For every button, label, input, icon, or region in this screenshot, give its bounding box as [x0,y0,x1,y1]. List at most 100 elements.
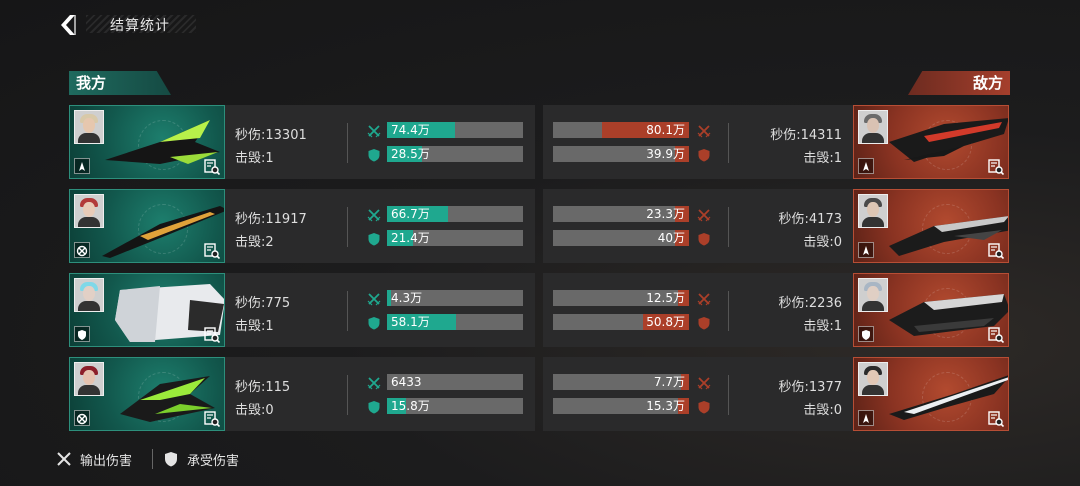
shield-icon [367,147,381,162]
damage-dealt-bar: 12.5万 [553,290,689,306]
ally-ship-card[interactable] [69,189,225,263]
crossed-swords-icon [367,291,381,306]
dps-label: 秒伤: [235,212,266,227]
pilot-avatar [74,110,104,144]
dps-stat: 秒伤:1377 [779,376,842,395]
damage-taken-bar: 28.5万 [387,146,523,162]
pilot-avatar [858,278,888,312]
row-divider [728,123,729,163]
avatar-body [862,385,884,395]
damage-dealt-value: 6433 [391,375,422,389]
crossed-swords-icon [367,123,381,138]
dps-label: 秒伤: [235,296,266,311]
enemy-ship-card[interactable] [853,105,1009,179]
pilot-avatar [858,362,888,396]
dps-value: 115 [265,380,291,395]
avatar-body [862,133,884,143]
fighter-class-icon [74,158,90,174]
enemy-ship-card[interactable] [853,273,1009,347]
kills-value: 0 [833,403,842,418]
detail-icon[interactable] [988,327,1005,344]
avatar-face [83,286,95,301]
crossed-swords-icon [697,123,711,138]
avatar-face [83,118,95,133]
detail-icon[interactable] [988,411,1005,428]
crossed-swords-icon [367,375,381,390]
detail-icon[interactable] [204,327,221,344]
dps-value: 11917 [265,212,307,227]
enemy-row: 秒伤:4173 击毁:0 23.3万 40万 [543,189,1009,263]
detail-icon[interactable] [988,243,1005,260]
damage-taken-bar: 39.9万 [553,146,689,162]
row-divider [728,207,729,247]
enemy-ship-card[interactable] [853,189,1009,263]
kills-stat: 击毁:1 [235,147,274,166]
row-divider [347,123,348,163]
enemy-ship-card[interactable] [853,357,1009,431]
shield-icon [165,452,177,467]
kills-label: 击毁: [235,403,266,418]
enemy-team-label: 敌方 [908,71,1010,95]
header-bar: 结算统计 [0,0,1080,52]
detail-icon[interactable] [988,159,1005,176]
shield-class-icon [858,326,874,342]
support-class-icon [74,410,90,426]
ally-row: 秒伤:11917 击毁:2 66.7万 21.4万 [69,189,535,263]
kills-value: 1 [833,151,842,166]
kills-value: 1 [833,319,842,334]
back-button[interactable] [56,12,82,38]
fighter-class-icon [858,242,874,258]
ally-row: 秒伤:775 击毁:1 4.3万 58.1万 [69,273,535,347]
detail-icon[interactable] [204,159,221,176]
damage-dealt-bar: 4.3万 [387,290,523,306]
crossed-swords-icon [697,207,711,222]
dps-label: 秒伤: [778,380,809,395]
avatar-face [867,118,879,133]
dps-label: 秒伤: [235,380,266,395]
damage-taken-bar: 58.1万 [387,314,523,330]
shield-icon [367,315,381,330]
avatar-body [862,301,884,311]
dps-value: 2236 [808,296,842,311]
legend-taken-label: 承受伤害 [187,454,240,469]
crossed-swords-icon [57,452,71,466]
shield-icon [697,315,711,330]
dps-stat: 秒伤:14311 [770,124,842,143]
dps-label: 秒伤: [778,296,809,311]
row-divider [347,375,348,415]
avatar-body [78,217,100,227]
enemy-row: 秒伤:14311 击毁:1 80.1万 39.9万 [543,105,1009,179]
crossed-swords-icon [367,207,381,222]
detail-icon[interactable] [204,243,221,260]
shield-icon [367,231,381,246]
damage-taken-value: 28.5万 [391,147,430,161]
pilot-avatar [858,194,888,228]
damage-dealt-bar: 7.7万 [553,374,689,390]
kills-label: 击毁: [803,319,834,334]
shield-icon [367,399,381,414]
damage-dealt-value: 23.3万 [646,207,685,221]
damage-taken-bar: 15.8万 [387,398,523,414]
crossed-swords-icon [697,291,711,306]
avatar-body [78,301,100,311]
kills-stat: 击毁:1 [803,147,842,166]
kills-stat: 击毁:1 [803,315,842,334]
shield-class-icon [74,326,90,342]
kills-label: 击毁: [803,403,834,418]
dps-value: 1377 [808,380,842,395]
ally-ship-card[interactable] [69,273,225,347]
kills-stat: 击毁:1 [235,315,274,334]
kills-label: 击毁: [803,151,834,166]
ally-ship-card[interactable] [69,357,225,431]
pilot-avatar [858,110,888,144]
shield-icon [697,147,711,162]
detail-icon[interactable] [204,411,221,428]
kills-stat: 击毁:0 [803,231,842,250]
ally-ship-card[interactable] [69,105,225,179]
dps-value: 775 [265,296,291,311]
crossed-swords-icon [697,375,711,390]
damage-dealt-value: 80.1万 [646,123,685,137]
damage-dealt-bar: 6433 [387,374,523,390]
damage-taken-bar: 40万 [553,230,689,246]
kills-value: 0 [265,403,274,418]
